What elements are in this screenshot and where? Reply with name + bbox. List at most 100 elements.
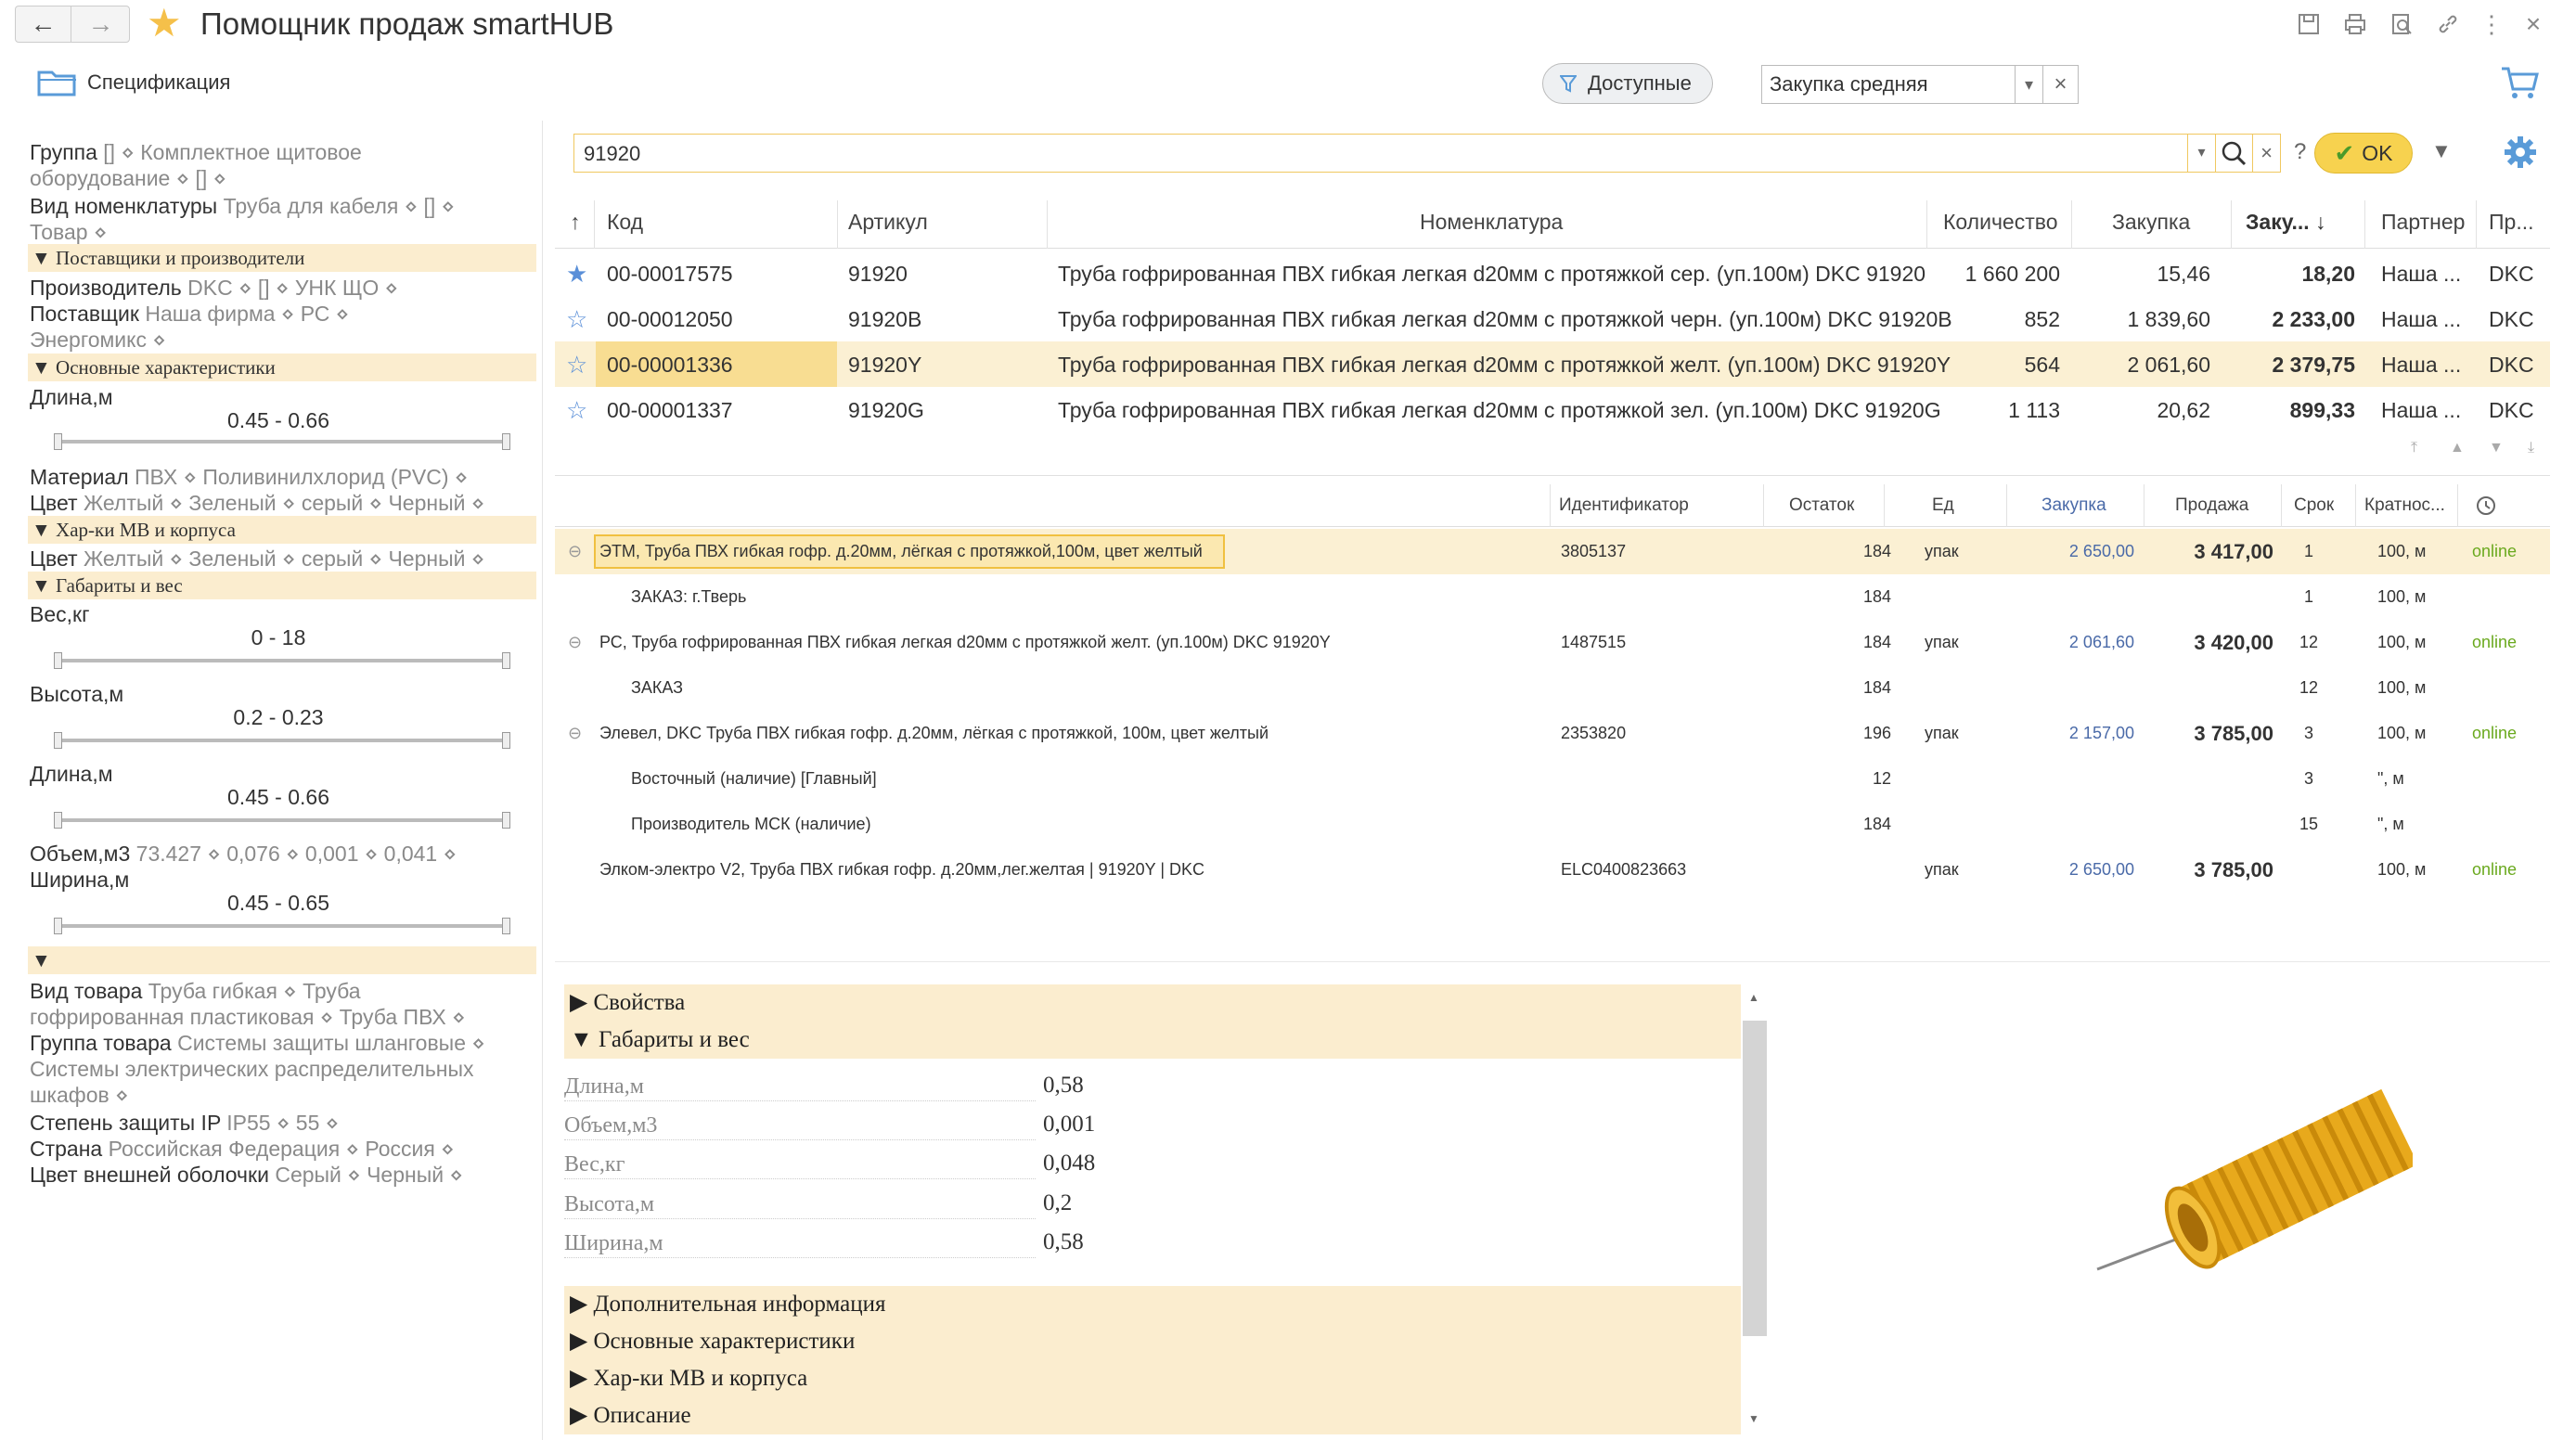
supplier-values[interactable]: Наша фирма ⋄ РС ⋄ bbox=[145, 302, 349, 326]
supplier-row[interactable]: Элком-электро V2, Труба ПВХ гибкая гофр.… bbox=[555, 847, 2550, 893]
col-stock[interactable]: Остаток bbox=[1789, 495, 1854, 516]
section-mv-body[interactable]: ▶ Хар-ки МВ и корпуса bbox=[564, 1360, 1741, 1397]
table-row[interactable]: ☆ 00-00012050 91920B Труба гофрированная… bbox=[555, 296, 2550, 341]
shell-values[interactable]: Серый ⋄ Черный ⋄ bbox=[275, 1163, 463, 1187]
goods-kind-values-2[interactable]: гофрированная пластиковая ⋄ Труба ПВХ ⋄ bbox=[30, 1005, 466, 1029]
scroll-down-icon[interactable]: ▼ bbox=[2489, 440, 2504, 456]
kind-values[interactable]: Труба для кабеля ⋄ [] ⋄ bbox=[224, 194, 456, 218]
table-row[interactable]: ★ 00-00017575 91920 Труба гофрированная … bbox=[555, 251, 2550, 296]
cart-icon[interactable] bbox=[2500, 65, 2541, 102]
price-type-select[interactable]: Закупка средняя bbox=[1761, 65, 2016, 104]
scroll-down-arrow[interactable]: ▼ bbox=[1748, 1412, 1759, 1425]
supplier-subrow[interactable]: ЗАКАЗ: г.Тверь 184 1 100, м bbox=[555, 574, 2550, 620]
height-slider[interactable] bbox=[54, 732, 510, 749]
search-dropdown[interactable]: ▾ bbox=[2188, 134, 2216, 173]
col-term[interactable]: Срок bbox=[2294, 495, 2334, 516]
favorite-star-icon[interactable]: ★ bbox=[147, 2, 182, 45]
collapse-icon[interactable]: ⊖ bbox=[568, 542, 582, 561]
preview-icon[interactable] bbox=[2385, 7, 2418, 41]
section-suppliers[interactable]: ▼ Поставщики и производители bbox=[28, 244, 536, 272]
length-slider[interactable] bbox=[54, 433, 510, 450]
col-unit[interactable]: Ед bbox=[1932, 495, 1954, 516]
search-input[interactable]: 91920 bbox=[573, 134, 2188, 173]
col-qty[interactable]: Количество bbox=[1943, 210, 2058, 235]
supplier-row-selected[interactable]: ⊖ ЭТМ, Труба ПВХ гибкая гофр. д.20мм, лё… bbox=[555, 529, 2550, 574]
section-dimensions[interactable]: ▼ Габариты и вес bbox=[564, 1022, 1741, 1059]
favorite-filled-icon[interactable]: ★ bbox=[566, 262, 587, 286]
link-icon[interactable] bbox=[2431, 7, 2465, 41]
section-properties[interactable]: ▶ Свойства bbox=[564, 984, 1741, 1022]
table-row-selected[interactable]: ☆ 00-00001336 91920Y Труба гофрированная… bbox=[555, 341, 2550, 387]
price-type-dropdown[interactable]: ▾ bbox=[2016, 65, 2043, 104]
ok-dropdown-icon[interactable]: ▼ bbox=[2431, 139, 2452, 163]
save-icon[interactable] bbox=[2292, 7, 2325, 41]
color-values[interactable]: Желтый ⋄ Зеленый ⋄ серый ⋄ Черный ⋄ bbox=[84, 491, 484, 515]
goods-group-values[interactable]: Системы защиты шланговые ⋄ bbox=[177, 1031, 485, 1055]
color2-values[interactable]: Желтый ⋄ Зеленый ⋄ серый ⋄ Черный ⋄ bbox=[84, 546, 484, 571]
ok-button[interactable]: ✔ OK bbox=[2314, 133, 2413, 174]
col-purchase-sorted[interactable]: Заку... ↓ bbox=[2246, 210, 2326, 235]
favorite-outline-icon[interactable]: ☆ bbox=[566, 307, 587, 331]
history-icon[interactable] bbox=[2474, 494, 2498, 518]
close-window-icon[interactable]: × bbox=[2517, 7, 2550, 41]
ip-values[interactable]: IP55 ⋄ 55 ⋄ bbox=[226, 1111, 339, 1135]
goods-kind-values[interactable]: Труба гибкая ⋄ Труба bbox=[148, 979, 361, 1003]
help-icon[interactable]: ? bbox=[2294, 139, 2306, 165]
scroll-up-arrow[interactable]: ▲ bbox=[1748, 991, 1759, 1004]
supplier-row[interactable]: ⊖ РС, Труба гофрированная ПВХ гибкая лег… bbox=[555, 620, 2550, 665]
collapse-icon[interactable]: ⊖ bbox=[568, 724, 582, 743]
goods-group-values-2[interactable]: Системы электрических распределительных bbox=[30, 1057, 474, 1081]
supplier-row[interactable]: ⊖ Элевел, DKC Труба ПВХ гибкая гофр. д.2… bbox=[555, 711, 2550, 756]
width-slider[interactable] bbox=[54, 918, 510, 934]
supplier-subrow[interactable]: Восточный (наличие) [Главный] 12 3 ", м bbox=[555, 756, 2550, 802]
print-icon[interactable] bbox=[2338, 7, 2372, 41]
scroll-bottom-icon[interactable]: ⤓ bbox=[2528, 440, 2534, 456]
group-values-2[interactable]: оборудование ⋄ [] ⋄ bbox=[30, 166, 226, 190]
scroll-thumb[interactable] bbox=[1743, 1021, 1767, 1336]
section-other[interactable]: ▼ bbox=[28, 946, 536, 974]
sort-indicator[interactable]: ↑ bbox=[570, 210, 581, 235]
col-pr[interactable]: Пр... bbox=[2489, 210, 2534, 235]
col-sale[interactable]: Продажа bbox=[2175, 495, 2248, 516]
col-name[interactable]: Номенклатура bbox=[1420, 210, 1563, 235]
supplier-purchase[interactable]: 2 650,00 bbox=[2008, 542, 2134, 561]
scroll-top-icon[interactable]: ⤒ bbox=[2411, 440, 2417, 456]
back-button[interactable]: ← bbox=[16, 6, 71, 42]
material-values[interactable]: ПВХ ⋄ Поливинилхлорид (PVC) ⋄ bbox=[135, 465, 468, 489]
available-filter-button[interactable]: Доступные bbox=[1542, 63, 1713, 104]
folder-icon[interactable] bbox=[37, 67, 78, 98]
details-scrollbar[interactable]: ▲ ▼ bbox=[1743, 987, 1767, 1436]
maker-values[interactable]: DKC ⋄ [] ⋄ УНК ЩО ⋄ bbox=[187, 276, 398, 300]
col-s-purchase[interactable]: Закупка bbox=[2041, 495, 2106, 516]
col-mult[interactable]: Кратнос... bbox=[2364, 495, 2445, 516]
supplier-values-2[interactable]: Энергомикс ⋄ bbox=[30, 328, 166, 352]
supplier-subrow[interactable]: Производитель МСК (наличие) 184 15 ", м bbox=[555, 802, 2550, 847]
supplier-purchase[interactable]: 2 157,00 bbox=[2008, 724, 2134, 743]
price-type-clear[interactable]: × bbox=[2043, 65, 2079, 104]
more-menu-icon[interactable]: ⋮ bbox=[2478, 7, 2505, 41]
scroll-up-icon[interactable]: ▲ bbox=[2450, 440, 2465, 456]
spec-link[interactable]: Спецификация bbox=[87, 71, 230, 95]
forward-button[interactable]: → bbox=[72, 6, 129, 42]
settings-gear-icon[interactable] bbox=[2502, 134, 2539, 171]
supplier-purchase[interactable]: 2 061,60 bbox=[2008, 633, 2134, 652]
length2-slider[interactable] bbox=[54, 812, 510, 829]
favorite-outline-icon[interactable]: ☆ bbox=[566, 353, 587, 377]
weight-slider[interactable] bbox=[54, 652, 510, 669]
section-dims[interactable]: ▼ Габариты и вес bbox=[28, 572, 536, 599]
table-row[interactable]: ☆ 00-00001337 91920G Труба гофрированная… bbox=[555, 387, 2550, 432]
col-code[interactable]: Код bbox=[607, 210, 643, 235]
favorite-outline-icon[interactable]: ☆ bbox=[566, 398, 587, 422]
section-main[interactable]: ▼ Основные характеристики bbox=[28, 354, 536, 381]
search-clear[interactable]: × bbox=[2253, 134, 2281, 173]
volume-values[interactable]: 73.427 ⋄ 0,076 ⋄ 0,001 ⋄ 0,041 ⋄ bbox=[136, 842, 457, 866]
col-article[interactable]: Артикул bbox=[848, 210, 928, 235]
kind-values-2[interactable]: Товар ⋄ bbox=[30, 220, 107, 244]
collapse-icon[interactable]: ⊖ bbox=[568, 633, 582, 652]
section-extra-info[interactable]: ▶ Дополнительная информация bbox=[564, 1286, 1741, 1323]
col-ident[interactable]: Идентификатор bbox=[1559, 495, 1689, 516]
supplier-purchase[interactable]: 2 650,00 bbox=[2008, 860, 2134, 880]
col-partner[interactable]: Партнер bbox=[2381, 210, 2465, 235]
country-values[interactable]: Российская Федерация ⋄ Россия ⋄ bbox=[109, 1137, 455, 1161]
supplier-subrow[interactable]: ЗАКАЗ 184 12 100, м bbox=[555, 665, 2550, 711]
